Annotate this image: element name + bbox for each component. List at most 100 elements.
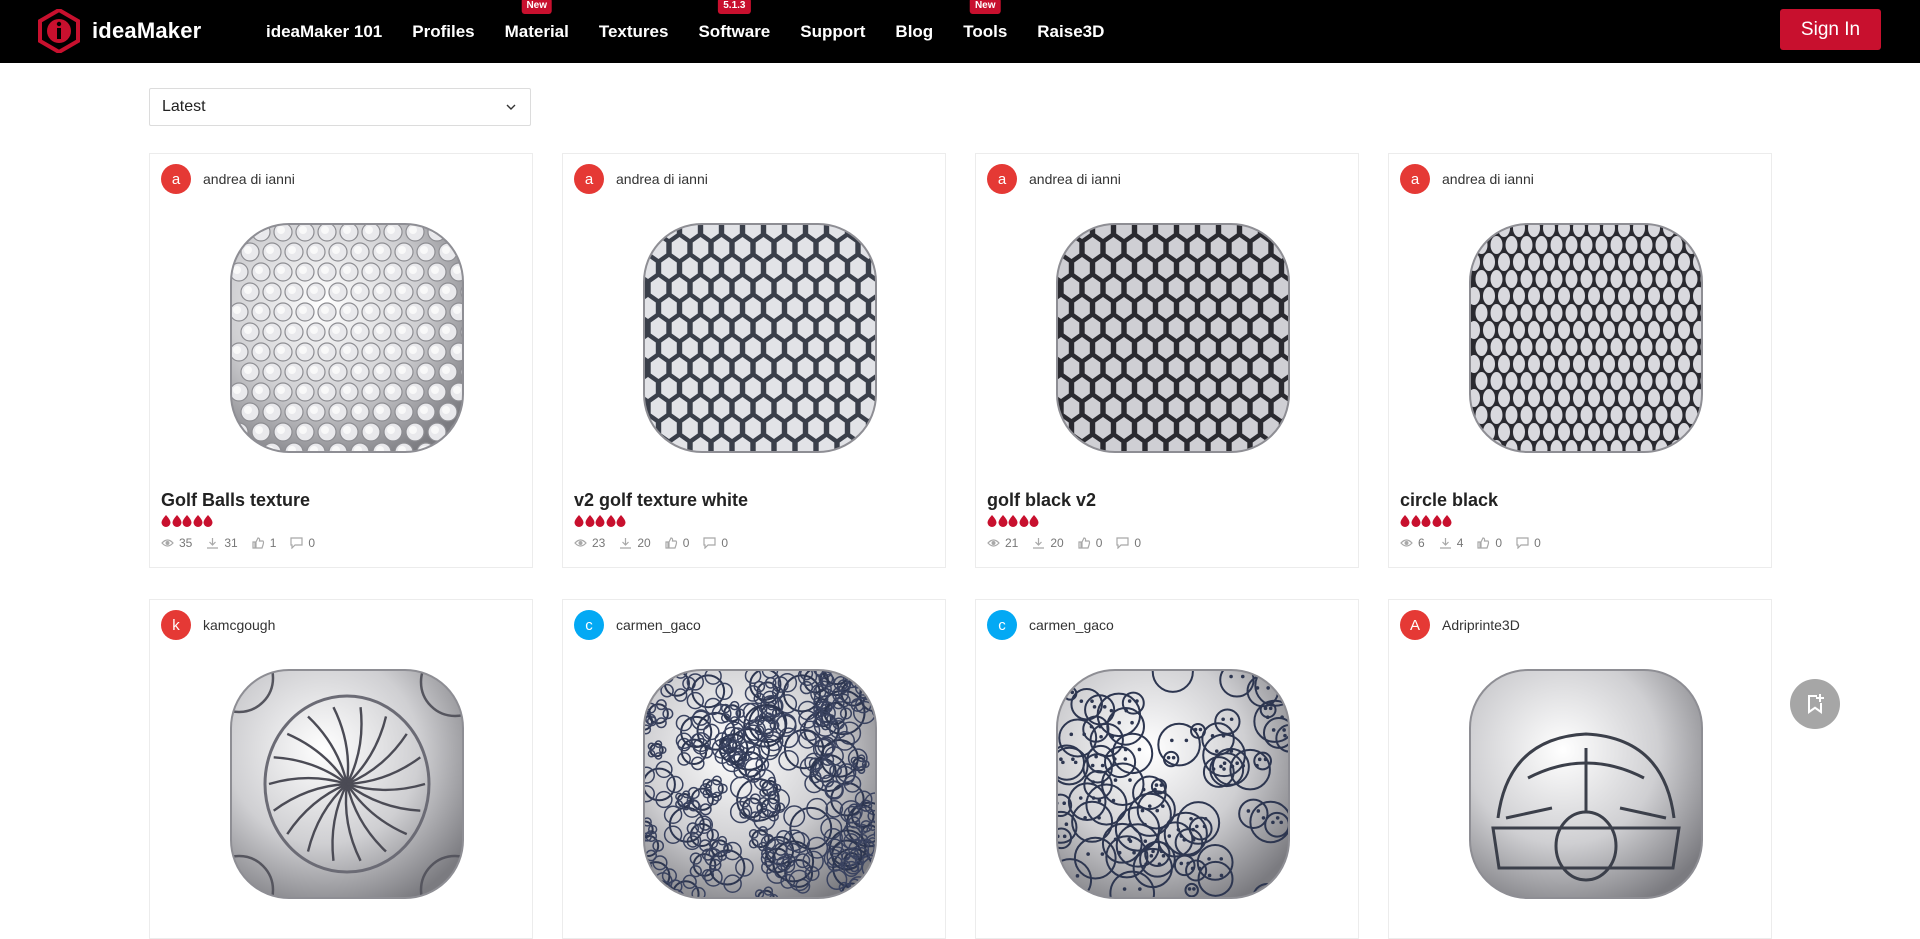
rating-drop-icon	[161, 515, 171, 527]
texture-card[interactable]: c carmen_gaco	[562, 599, 946, 939]
rating-stars	[574, 515, 627, 527]
eye-icon	[1400, 537, 1413, 549]
nav-item-ideamaker-101[interactable]: ideaMaker 101	[266, 22, 382, 42]
nav-item-material[interactable]: NewMaterial	[505, 22, 569, 42]
like-count-value: 0	[1495, 536, 1502, 550]
sort-select[interactable]: Latest	[149, 88, 531, 126]
comment-count-value: 0	[308, 536, 315, 550]
download-icon	[619, 537, 632, 549]
texture-preview-image	[1468, 668, 1704, 900]
rating-drop-icon	[193, 515, 203, 527]
download-icon	[1439, 537, 1452, 549]
texture-preview-image	[1055, 668, 1291, 900]
like-count: 0	[665, 536, 690, 550]
thumbs-up-icon	[252, 537, 265, 549]
card-author[interactable]: aandrea di ianni	[574, 164, 708, 194]
card-author[interactable]: aandrea di ianni	[1400, 164, 1534, 194]
avatar: c	[987, 610, 1017, 640]
thumbs-up-icon	[1078, 537, 1091, 549]
thumbs-up-icon	[665, 537, 678, 549]
texture-preview-image	[642, 222, 878, 454]
texture-card[interactable]: aandrea di ianniv2 golf texture white232…	[562, 153, 946, 568]
view-count-value: 6	[1418, 536, 1425, 550]
ideamaker-logo[interactable]: ideaMaker	[38, 9, 201, 53]
texture-card[interactable]: kkamcgough	[149, 599, 533, 939]
avatar: a	[161, 164, 191, 194]
download-icon	[206, 537, 219, 549]
author-name: carmen_gaco	[616, 617, 701, 633]
main-nav: ideaMaker 101 Profiles NewMaterial Textu…	[266, 0, 1134, 63]
texture-card[interactable]: ccarmen_gaco	[975, 599, 1359, 939]
avatar: A	[1400, 610, 1430, 640]
download-count: 4	[1439, 536, 1464, 550]
card-author[interactable]: aandrea di ianni	[987, 164, 1121, 194]
nav-item-blog[interactable]: Blog	[895, 22, 933, 42]
rating-drop-icon	[1019, 515, 1029, 527]
like-count-value: 1	[270, 536, 277, 550]
avatar: a	[987, 164, 1017, 194]
nav-item-profiles[interactable]: Profiles	[412, 22, 474, 42]
card-title[interactable]: v2 golf texture white	[574, 490, 748, 511]
top-navbar: ideaMaker ideaMaker 101 Profiles NewMate…	[0, 0, 1920, 63]
like-count: 1	[252, 536, 277, 550]
card-author[interactable]: kkamcgough	[161, 610, 275, 640]
card-title[interactable]: Golf Balls texture	[161, 490, 310, 511]
rating-drop-icon	[172, 515, 182, 527]
rating-drop-icon	[182, 515, 192, 527]
rating-drop-icon	[574, 515, 584, 527]
rating-stars	[1400, 515, 1453, 527]
rating-drop-icon	[1008, 515, 1018, 527]
view-count: 35	[161, 536, 192, 550]
view-count: 23	[574, 536, 605, 550]
view-count-value: 21	[1005, 536, 1018, 550]
rating-drop-icon	[616, 515, 626, 527]
author-name: Adriprinte3D	[1442, 617, 1520, 633]
comment-icon	[1116, 537, 1129, 549]
nav-label: Textures	[599, 22, 669, 41]
rating-stars	[987, 515, 1040, 527]
comment-icon	[290, 537, 303, 549]
card-author[interactable]: ccarmen_gaco	[987, 610, 1114, 640]
card-title[interactable]: circle black	[1400, 490, 1498, 511]
nav-item-tools[interactable]: NewTools	[963, 22, 1007, 42]
rating-drop-icon	[595, 515, 605, 527]
card-author[interactable]: a andrea di ianni	[161, 164, 295, 194]
texture-card[interactable]: aandrea di ianni circle black 64 00	[1388, 153, 1772, 568]
nav-item-raise3d[interactable]: Raise3D	[1037, 22, 1104, 42]
author-name: kamcgough	[203, 617, 275, 633]
sort-selected-value: Latest	[162, 98, 206, 116]
rating-drop-icon	[585, 515, 595, 527]
download-count: 31	[206, 536, 237, 550]
texture-preview-image	[229, 668, 465, 900]
card-author[interactable]: c carmen_gaco	[574, 610, 701, 640]
nav-label: Profiles	[412, 22, 474, 41]
sign-in-button[interactable]: Sign In	[1780, 9, 1881, 50]
texture-card[interactable]: aandrea di iannigolf black v2212000	[975, 153, 1359, 568]
comment-count-value: 0	[1134, 536, 1141, 550]
comment-count: 0	[290, 536, 315, 550]
rating-stars	[161, 515, 214, 527]
nav-label: Software	[698, 22, 770, 41]
author-name: andrea di ianni	[1442, 171, 1534, 187]
card-author[interactable]: A Adriprinte3D	[1400, 610, 1520, 640]
bookmark-add-button[interactable]	[1790, 679, 1840, 729]
card-stats: 212000	[987, 536, 1155, 550]
card-stats: 35 31 1 0	[161, 536, 329, 550]
author-name: andrea di ianni	[203, 171, 295, 187]
view-count-value: 23	[592, 536, 605, 550]
card-stats: 64 00	[1400, 536, 1555, 550]
texture-card[interactable]: A Adriprinte3D	[1388, 599, 1772, 939]
comment-count: 0	[1516, 536, 1541, 550]
nav-item-software[interactable]: 5.1.3Software	[698, 22, 770, 42]
comment-icon	[703, 537, 716, 549]
texture-card[interactable]: a andrea di ianni Golf Balls texture 35 31 1 0	[149, 153, 533, 568]
comment-count: 0	[1116, 536, 1141, 550]
like-count-value: 0	[1096, 536, 1103, 550]
card-title[interactable]: golf black v2	[987, 490, 1096, 511]
nav-item-textures[interactable]: Textures	[599, 22, 669, 42]
rating-drop-icon	[1442, 515, 1452, 527]
author-name: andrea di ianni	[616, 171, 708, 187]
nav-item-support[interactable]: Support	[800, 22, 865, 42]
avatar: c	[574, 610, 604, 640]
nav-label: Tools	[963, 22, 1007, 41]
